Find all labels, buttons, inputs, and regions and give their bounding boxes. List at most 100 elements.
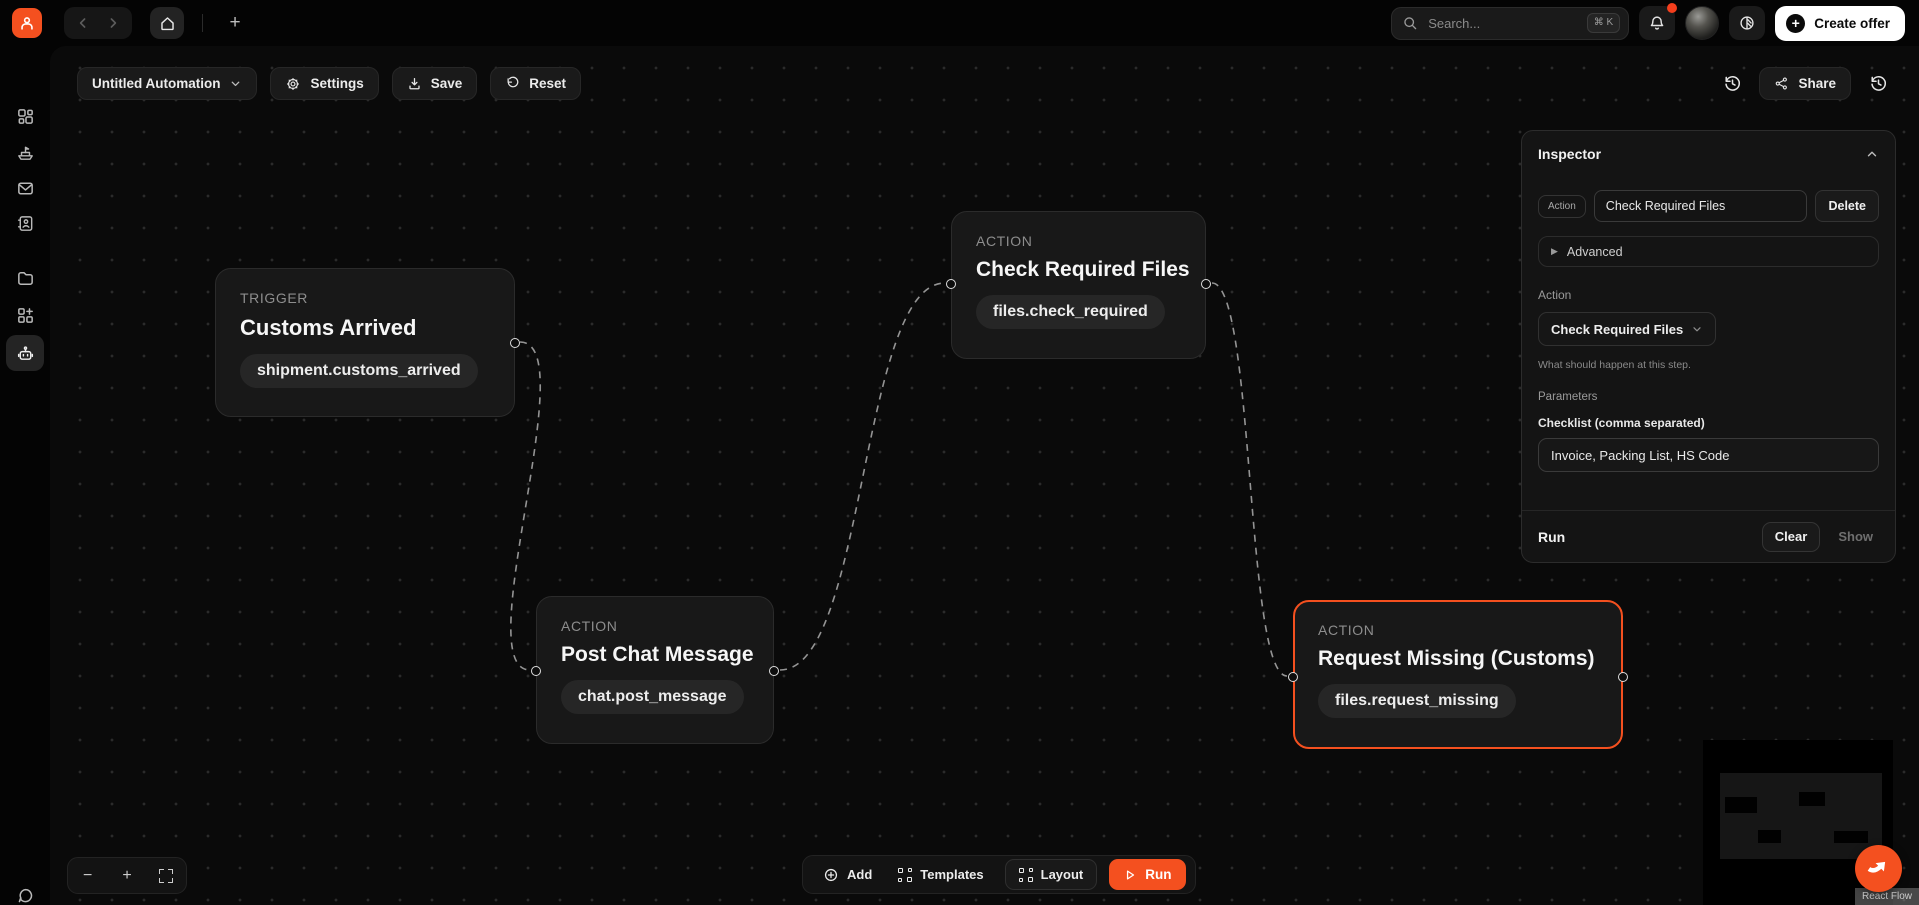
output-port[interactable]: [769, 666, 779, 676]
delete-node-button[interactable]: Delete: [1815, 190, 1879, 222]
show-button[interactable]: Show: [1832, 528, 1879, 545]
run-section-label: Run: [1538, 529, 1762, 545]
forward-button[interactable]: [98, 10, 128, 36]
checklist-input[interactable]: [1538, 438, 1879, 472]
top-bar: + ⌘ K +: [0, 0, 1919, 46]
fullscreen-icon: [159, 869, 173, 883]
app-logo[interactable]: [12, 8, 42, 38]
sidebar-item-files[interactable]: [6, 260, 44, 296]
arrow-up-right-icon: [1865, 855, 1892, 882]
chevron-down-icon: [1691, 323, 1703, 335]
undo-history-button[interactable]: [1717, 69, 1747, 99]
input-port[interactable]: [531, 666, 541, 676]
assistant-fab-button[interactable]: [1855, 845, 1902, 892]
save-download-icon: [407, 76, 422, 91]
create-offer-button[interactable]: + Create offer: [1775, 6, 1905, 41]
run-button[interactable]: Run: [1109, 859, 1185, 890]
search-input[interactable]: [1426, 15, 1579, 32]
node-kind-label: ACTION: [1318, 622, 1598, 638]
sidebar-item-apps[interactable]: [6, 297, 44, 333]
reset-button[interactable]: Reset: [490, 67, 581, 100]
input-port[interactable]: [1288, 672, 1298, 682]
advanced-label: Advanced: [1567, 245, 1623, 259]
back-button[interactable]: [68, 10, 98, 36]
minimap-node: [1834, 831, 1868, 843]
node-code-pill: chat.post_message: [561, 680, 744, 714]
apps-add-icon: [16, 306, 35, 325]
clear-button[interactable]: Clear: [1762, 522, 1821, 552]
reset-label: Reset: [529, 76, 566, 91]
fit-view-button[interactable]: [153, 863, 179, 889]
output-port[interactable]: [1618, 672, 1628, 682]
collapse-chevron-up-icon[interactable]: [1865, 147, 1879, 161]
zoom-in-button[interactable]: +: [114, 863, 140, 889]
home-button[interactable]: [150, 7, 184, 39]
node-title: Check Required Files: [976, 258, 1181, 282]
version-history-button[interactable]: [1863, 69, 1893, 99]
action-help-text: What should happen at this step.: [1538, 359, 1879, 371]
templates-button[interactable]: Templates: [887, 859, 994, 890]
node-code-pill: files.request_missing: [1318, 684, 1516, 718]
output-port[interactable]: [510, 338, 520, 348]
add-node-button[interactable]: Add: [812, 859, 883, 890]
automation-name-label: Untitled Automation: [92, 76, 220, 91]
node-action-request-missing-customs[interactable]: ACTION Request Missing (Customs) files.r…: [1293, 600, 1623, 749]
zoom-out-button[interactable]: −: [75, 863, 101, 889]
chevron-down-icon: [229, 77, 242, 90]
search-box[interactable]: ⌘ K: [1391, 7, 1629, 40]
automation-name-dropdown[interactable]: Untitled Automation: [77, 67, 257, 100]
node-kind-label: ACTION: [561, 618, 749, 634]
sidebar-item-shipments[interactable]: [6, 134, 44, 170]
ship-icon: [16, 143, 35, 162]
chat-bubble-icon: [16, 886, 35, 905]
inspector-panel: Inspector Action Delete ▶ Advanced Actio…: [1521, 130, 1896, 563]
home-icon: [159, 15, 176, 32]
output-port[interactable]: [1201, 279, 1211, 289]
settings-button[interactable]: Settings: [270, 67, 378, 100]
node-action-check-required-files[interactable]: ACTION Check Required Files files.check_…: [951, 211, 1206, 359]
inspector-title: Inspector: [1538, 146, 1601, 162]
save-button[interactable]: Save: [392, 67, 478, 100]
sidebar-item-mail[interactable]: [6, 170, 44, 206]
plus-circle-icon: [823, 867, 839, 883]
layout-label: Layout: [1041, 867, 1084, 882]
node-action-post-chat-message[interactable]: ACTION Post Chat Message chat.post_messa…: [536, 596, 774, 744]
node-code-pill: shipment.customs_arrived: [240, 354, 478, 388]
share-button[interactable]: Share: [1759, 67, 1851, 100]
search-icon: [1402, 15, 1418, 31]
node-code-pill: files.check_required: [976, 295, 1165, 329]
share-label: Share: [1798, 76, 1836, 91]
node-trigger-customs-arrived[interactable]: TRIGGER Customs Arrived shipment.customs…: [215, 268, 515, 417]
user-avatar[interactable]: [1685, 6, 1719, 40]
advanced-section-toggle[interactable]: ▶ Advanced: [1538, 236, 1879, 267]
canvas-bottom-toolbar: Add Templates Layout Run: [802, 855, 1196, 894]
new-tab-button[interactable]: +: [221, 9, 249, 37]
settings-label: Settings: [310, 76, 363, 91]
notifications-button[interactable]: [1639, 6, 1675, 40]
input-port[interactable]: [946, 279, 956, 289]
checklist-field-label: Checklist (comma separated): [1538, 416, 1879, 430]
layout-button[interactable]: Layout: [1005, 859, 1098, 890]
dashboard-grid-icon: [16, 107, 35, 126]
reset-undo-icon: [505, 76, 520, 91]
sidebar-item-contacts[interactable]: [6, 205, 44, 241]
minimap-node: [1725, 797, 1757, 813]
sidebar-item-dashboard[interactable]: [6, 98, 44, 134]
left-sidebar: [0, 46, 50, 905]
node-name-row: Action Delete: [1538, 190, 1879, 222]
react-flow-attribution[interactable]: React Flow: [1855, 888, 1919, 905]
add-label: Add: [847, 867, 872, 882]
theme-toggle-button[interactable]: [1729, 6, 1765, 40]
sidebar-item-chat[interactable]: [6, 877, 44, 905]
parameters-section-label: Parameters: [1538, 391, 1879, 403]
node-name-input[interactable]: [1594, 190, 1808, 222]
search-shortcut-badge: ⌘ K: [1587, 13, 1620, 33]
node-title: Post Chat Message: [561, 643, 749, 667]
theme-contrast-icon: [1738, 14, 1756, 32]
caret-right-icon: ▶: [1551, 246, 1558, 257]
action-select-dropdown[interactable]: Check Required Files: [1538, 312, 1716, 346]
sidebar-item-automations[interactable]: [6, 335, 44, 371]
zoom-controls: − +: [67, 857, 187, 894]
inspector-run-footer: Run Clear Show: [1522, 510, 1895, 562]
layout-grid-icon: [1019, 868, 1033, 882]
